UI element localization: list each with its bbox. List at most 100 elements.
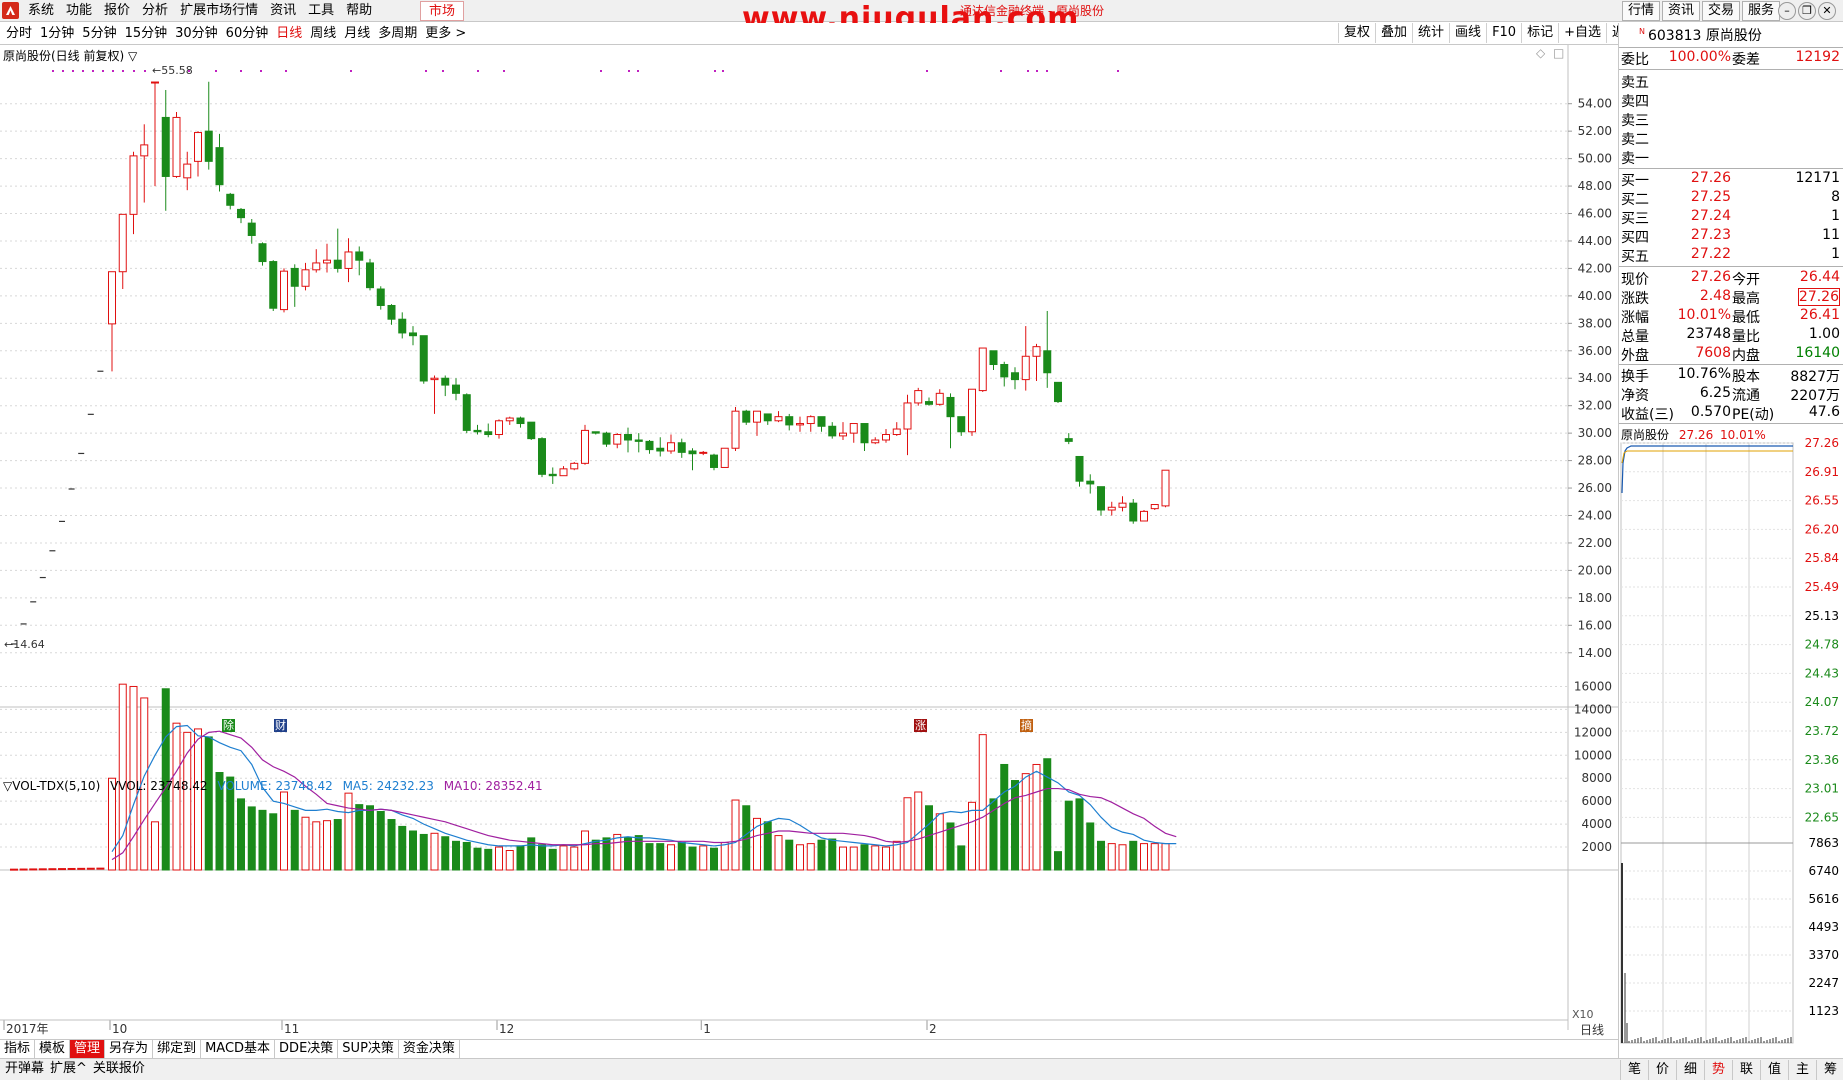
restore-icon[interactable]: ❐ [1798,2,1816,20]
diamond-icon[interactable]: ◇ [1536,46,1546,60]
tool-button-4[interactable]: F10 [1486,23,1521,43]
tool-button-1[interactable]: 叠加 [1375,23,1412,43]
app-logo-icon[interactable] [2,2,19,19]
trade-button[interactable]: 交易 [1702,1,1741,21]
period-tab-8[interactable]: 月线 [340,23,374,45]
candle-body [903,402,912,430]
tool-button-5[interactable]: 标记 [1521,23,1558,43]
status-right-tab-7[interactable]: 筹 [1816,1060,1843,1080]
candle-body [742,410,751,423]
event-dot [215,70,217,72]
volume-bar [312,821,321,871]
candle-body [591,431,600,434]
period-tab-0[interactable]: 分时 [2,23,36,45]
period-tab-3[interactable]: 15分钟 [121,23,172,45]
service-button[interactable]: 服务 [1742,1,1781,21]
candle-body [441,377,450,386]
menu-analysis[interactable]: 分析 [136,0,174,22]
indicator-tab-3[interactable]: 另存为 [105,1040,154,1058]
menu-tools[interactable]: 工具 [302,0,340,22]
price-tick-label: 46.00 [1578,207,1612,221]
indicator-tab-6[interactable]: DDE决策 [275,1040,339,1058]
indicator-tab-0[interactable]: 指标 [0,1040,36,1058]
status-right-tab-5[interactable]: 值 [1760,1060,1788,1080]
candle-body [269,261,278,309]
period-tab-1[interactable]: 1分钟 [36,23,78,45]
candle-body [1129,502,1138,522]
period-tab-7[interactable]: 周线 [306,23,340,45]
period-tab-6[interactable]: 日线 [272,23,306,45]
window-icon[interactable]: □ [1553,46,1564,60]
status-right-tab-6[interactable]: 主 [1788,1060,1816,1080]
quote-button[interactable]: 行情 [1622,1,1661,21]
close-icon[interactable]: ✕ [1818,2,1836,20]
indicator-tab-7[interactable]: SUP决策 [338,1040,399,1058]
kline-chart[interactable]: 54.00 52.00 50.00 48.00 46.00 44.00 42.00 40.00… [0,45,1618,1055]
volume-bar [441,836,450,871]
candle-body [183,163,192,179]
tool-button-0[interactable]: 复权 [1338,23,1375,43]
vol-vvol: VVOL: 23748.42 [110,779,208,793]
time-tick-label: 1 [703,1022,711,1036]
event-dot [102,70,104,72]
candle-body [1140,510,1148,522]
menu-ext-market[interactable]: 扩展市场行情 [174,0,264,22]
news-button[interactable]: 资讯 [1662,1,1701,21]
status-right-tab-4[interactable]: 联 [1732,1060,1760,1080]
period-tab-4[interactable]: 30分钟 [171,23,222,45]
indicator-tab-4[interactable]: 绑定到 [153,1040,202,1058]
indicator-tab-2[interactable]: 管理 [70,1040,106,1058]
main-menu: 系统 功能 报价 分析 扩展市场行情 资讯 工具 帮助 [22,0,378,22]
candle-body [312,262,321,271]
status-left-item-1[interactable]: 扩展^ [47,1059,90,1079]
candle-body [527,421,536,440]
status-left-item-2[interactable]: 关联报价 [90,1059,148,1079]
volume-bar [172,722,181,871]
tool-button-2[interactable]: 统计 [1412,23,1449,43]
status-right-tab-2[interactable]: 细 [1676,1060,1704,1080]
candle-body [677,442,686,453]
event-dot [92,70,94,72]
price-axis: 54.00 52.00 50.00 48.00 46.00 44.00 42.00 40.00… [0,97,1612,660]
vol-indicator-name[interactable]: ▽VOL-TDX(5,10) [3,779,100,793]
period-tab-9[interactable]: 多周期 [374,23,421,45]
minimize-icon[interactable]: – [1778,2,1796,20]
status-right-tab-1[interactable]: 价 [1648,1060,1676,1080]
time-tick-label: 2 [929,1022,937,1036]
chart-title[interactable]: 原尚股份(日线 前复权) ▽ [3,47,137,64]
volume-bar [677,841,686,871]
period-tab-2[interactable]: 5分钟 [78,23,120,45]
volume-bar [430,832,439,871]
status-right-tabs: 笔价细势联值主筹 [1620,1060,1843,1080]
menu-system[interactable]: 系统 [22,0,60,22]
volume-bar [806,843,815,871]
menu-quote[interactable]: 报价 [98,0,136,22]
chart-canvas[interactable]: 54.00 52.00 50.00 48.00 46.00 44.00 42.00 40.00… [0,45,1618,1045]
volume-bar [731,799,740,871]
candle-body [1118,502,1127,508]
status-right-tab-0[interactable]: 笔 [1620,1060,1648,1080]
event-dot [144,70,146,72]
event-dot [1046,70,1048,72]
price-tick-label: 40.00 [1578,289,1612,303]
marker-flag-label: 摘 [1021,718,1032,732]
candle-body [581,429,589,464]
status-left-item-0[interactable]: 开弹幕 [2,1059,47,1079]
indicator-tab-8[interactable]: 资金决策 [399,1040,460,1058]
menu-function[interactable]: 功能 [60,0,98,22]
period-tab-5[interactable]: 60分钟 [222,23,273,45]
volume-bar [495,846,503,871]
volume-bar [194,728,202,871]
tool-button-6[interactable]: +自选 [1558,23,1606,43]
mini-price-label: 24.78 [1805,638,1839,652]
menu-help[interactable]: 帮助 [340,0,378,22]
intraday-mini-chart[interactable]: 27.26 26.91 26.55 26.20 25.84 25.49 25.13 24.78… [1619,23,1843,1058]
menu-news[interactable]: 资讯 [264,0,302,22]
tool-button-3[interactable]: 画线 [1449,23,1486,43]
indicator-tab-5[interactable]: MACD基本 [201,1040,276,1058]
market-button[interactable]: 市场 [420,1,465,21]
status-right-tab-3[interactable]: 势 [1704,1060,1732,1080]
indicator-tab-1[interactable]: 模板 [35,1040,71,1058]
volume-bar [301,816,310,871]
period-tab-10[interactable]: 更多 > [421,23,470,45]
